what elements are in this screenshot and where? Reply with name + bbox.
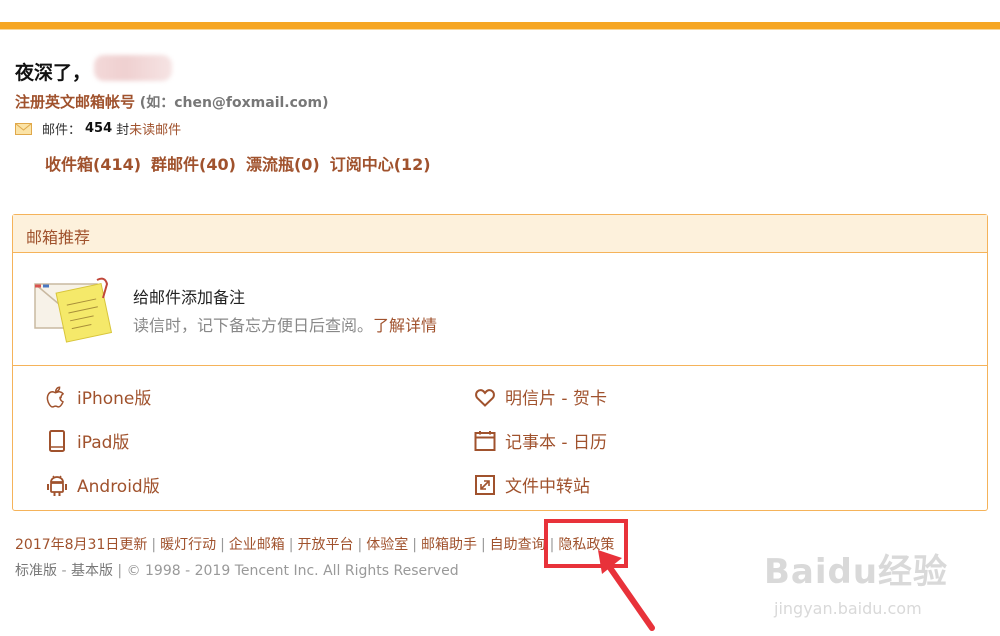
app-file-transfer[interactable]: 文件中转站: [473, 472, 590, 497]
blurred-username: [94, 55, 172, 81]
mail-unit: 封: [116, 123, 130, 138]
footer-open-platform-link[interactable]: 开放平台: [298, 537, 354, 553]
tablet-icon: [49, 429, 65, 452]
learn-more-link[interactable]: 了解详情: [373, 316, 437, 335]
heart-icon: [475, 388, 495, 407]
top-accent-line: [0, 29, 1000, 30]
watermark-url: jingyan.baidu.com: [774, 599, 922, 618]
footer-warm-light-link[interactable]: 暖灯行动: [160, 537, 216, 553]
register-hint: (如：chen@foxmail.com): [139, 95, 329, 111]
app-iphone[interactable]: iPhone版: [45, 384, 151, 409]
folder-list: 收件箱(414) 群邮件(40) 漂流瓶(0) 订阅中心(12): [45, 151, 431, 175]
recommend-desc-text: 读信时，记下备忘方便日后查阅。: [133, 316, 374, 335]
baidu-watermark: Baidu经验 jingyan.baidu.com: [764, 544, 954, 618]
footer-enterprise-mail-link[interactable]: 企业邮箱: [229, 537, 285, 553]
calendar-icon: [474, 430, 496, 451]
red-arrow-annotation: [598, 550, 655, 631]
mail-count: 454: [85, 121, 113, 136]
app-postcard[interactable]: 明信片 - 贺卡: [473, 384, 607, 409]
register-english-email-link[interactable]: 注册英文邮箱帐号: [15, 93, 135, 111]
app-android[interactable]: Android版: [45, 472, 160, 497]
mail-label: 邮件：: [42, 123, 82, 138]
mail-summary: 邮件： 454 封 未读邮件: [15, 119, 181, 138]
app-postcard-label: 明信片 - 贺卡: [505, 389, 607, 409]
footer-update-link[interactable]: 2017年8月31日更新: [15, 537, 147, 553]
greeting-text: 夜深了，: [15, 62, 92, 84]
footer-links: 2017年8月31日更新 | 暖灯行动 | 企业邮箱 | 开放平台 | 体验室 | 邮箱助手 | 自助查…: [15, 537, 615, 553]
folder-drift-bottle[interactable]: 漂流瓶(0): [246, 151, 320, 175]
app-ipad-label: iPad版: [77, 433, 130, 453]
basic-version-link[interactable]: 基本版: [71, 563, 113, 579]
sticky-note-envelope-icon: [34, 277, 113, 343]
recommend-item: 给邮件添加备注 读信时，记下备忘方便日后查阅。了解详情: [13, 253, 987, 366]
file-transfer-icon: [475, 474, 495, 495]
register-line: 注册英文邮箱帐号 (如：chen@foxmail.com): [15, 91, 329, 112]
folder-subscriptions[interactable]: 订阅中心(12): [330, 151, 431, 175]
app-android-label: Android版: [77, 477, 160, 497]
recommend-description: 读信时，记下备忘方便日后查阅。了解详情: [133, 312, 437, 336]
folder-group-mail[interactable]: 群邮件(40): [151, 151, 236, 175]
recommend-title: 给邮件添加备注: [133, 288, 246, 307]
unread-mail-link[interactable]: 未读邮件: [129, 119, 181, 138]
footer-divider: |: [112, 563, 127, 579]
envelope-icon: [15, 122, 32, 135]
footer-self-service-link[interactable]: 自助查询: [490, 537, 546, 553]
top-accent-bar: [0, 22, 1000, 29]
version-separator: -: [57, 563, 71, 579]
footer-version-line: 标准版 - 基本版 | © 1998 - 2019 Tencent Inc. A…: [15, 560, 459, 580]
copyright-text: © 1998 - 2019 Tencent Inc. All Rights Re…: [126, 563, 459, 579]
app-ipad[interactable]: iPad版: [45, 428, 129, 453]
footer-mail-assistant-link[interactable]: 邮箱助手: [421, 537, 477, 553]
watermark-logo: Baidu经验: [764, 552, 949, 592]
app-notepad[interactable]: 记事本 - 日历: [473, 428, 607, 453]
app-iphone-label: iPhone版: [77, 389, 152, 409]
app-file-transfer-label: 文件中转站: [505, 477, 590, 497]
app-notepad-label: 记事本 - 日历: [505, 433, 607, 453]
apple-icon: [46, 385, 65, 408]
panel-title: 邮箱推荐: [13, 215, 987, 253]
recommend-panel: 邮箱推荐 给邮件添加备注 读信时，记下备忘方便日后查阅。了解详情 iPhone版…: [12, 214, 988, 511]
standard-version-link[interactable]: 标准版: [15, 563, 57, 579]
footer-lab-link[interactable]: 体验室: [366, 537, 408, 553]
app-links: iPhone版 iPad版 Android版 明信片 - 贺卡 记事本 - 日历…: [13, 366, 987, 510]
android-icon: [47, 475, 67, 496]
folder-inbox[interactable]: 收件箱(414): [45, 151, 141, 175]
